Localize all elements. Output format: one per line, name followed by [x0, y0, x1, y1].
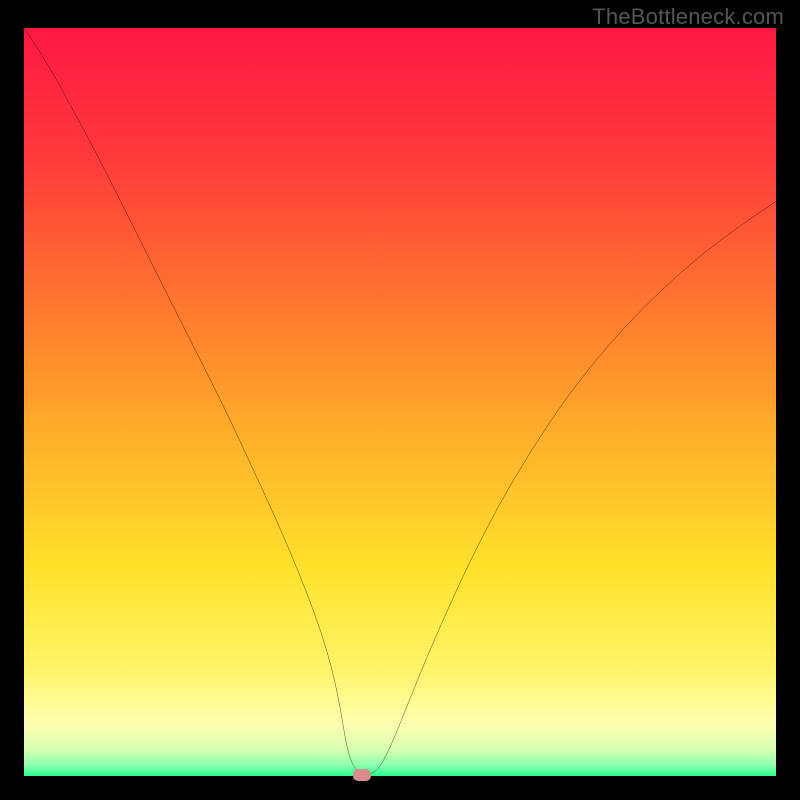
- plot-svg: [24, 28, 776, 776]
- plot-background: [24, 28, 776, 776]
- optimum-marker: [353, 769, 371, 781]
- watermark-text: TheBottleneck.com: [592, 4, 784, 30]
- chart-container: TheBottleneck.com: [0, 0, 800, 800]
- plot-area: [24, 28, 776, 776]
